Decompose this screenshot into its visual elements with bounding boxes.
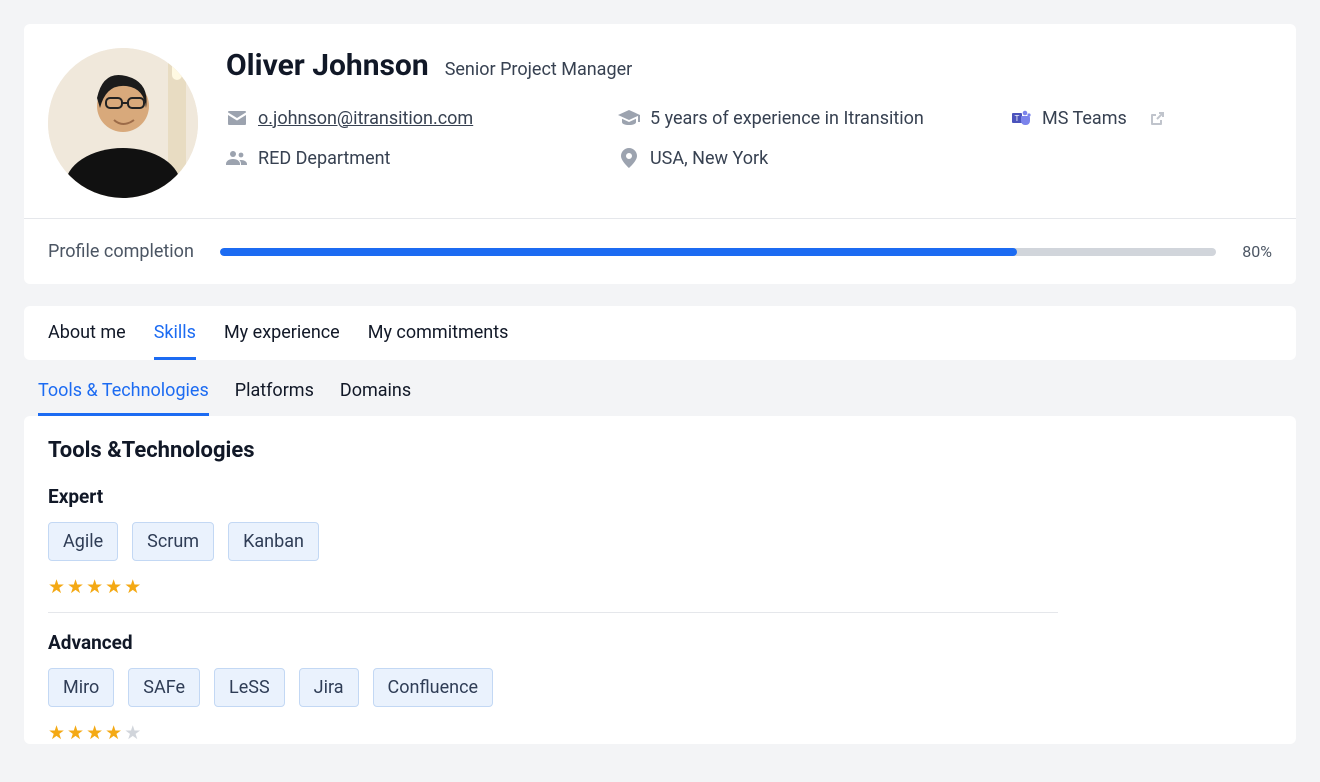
tab-skills[interactable]: Skills [154, 306, 196, 360]
progress-fill [220, 248, 1017, 256]
profile-name: Oliver Johnson [226, 48, 429, 83]
star-icon: ★ [86, 575, 103, 598]
sub-tabs: Tools & Technologies Platforms Domains [24, 360, 1296, 416]
tab-about-me[interactable]: About me [48, 306, 126, 360]
teams-icon: T [1010, 107, 1032, 129]
subtab-tools-technologies[interactable]: Tools & Technologies [38, 380, 209, 416]
avatar [48, 48, 198, 198]
skill-level-expert: Expert [48, 485, 1272, 508]
skill-chip[interactable]: Agile [48, 522, 118, 561]
skill-chip[interactable]: Jira [299, 668, 359, 707]
skill-chip[interactable]: SAFe [128, 668, 200, 707]
group-icon [226, 147, 248, 169]
svg-text:T: T [1015, 114, 1020, 123]
email-link[interactable]: o.johnson@itransition.com [258, 108, 473, 129]
completion-label: Profile completion [48, 241, 194, 262]
subtab-platforms[interactable]: Platforms [235, 380, 314, 416]
star-icon: ★ [48, 721, 65, 744]
star-icon: ★ [124, 721, 141, 744]
star-icon: ★ [105, 721, 122, 744]
star-icon: ★ [86, 721, 103, 744]
star-rating: ★★★★★ [48, 721, 1272, 744]
skills-section: Tools &Technologies Expert Agile Scrum Kanb… [24, 416, 1296, 744]
graduation-cap-icon [618, 107, 640, 129]
email-row: o.johnson@itransition.com [226, 107, 606, 129]
teams-row: T MS Teams [1010, 107, 1272, 129]
profile-card: Oliver Johnson Senior Project Manager o.… [24, 24, 1296, 284]
subtab-domains[interactable]: Domains [340, 380, 411, 416]
skill-chip[interactable]: Confluence [373, 668, 494, 707]
location-text: USA, New York [650, 148, 768, 169]
location-pin-icon [618, 147, 640, 169]
experience-row: 5 years of experience in Itransition [618, 107, 998, 129]
star-icon: ★ [48, 575, 65, 598]
department-text: RED Department [258, 148, 390, 169]
external-link-icon [1147, 107, 1169, 129]
location-row: USA, New York [618, 147, 998, 169]
skill-chip[interactable]: Miro [48, 668, 114, 707]
divider [48, 612, 1058, 613]
progress-bar [220, 248, 1216, 256]
star-icon: ★ [67, 575, 84, 598]
star-rating: ★★★★★ [48, 575, 1272, 598]
star-icon: ★ [124, 575, 141, 598]
star-icon: ★ [67, 721, 84, 744]
department-row: RED Department [226, 147, 606, 169]
skill-chip[interactable]: Scrum [132, 522, 214, 561]
star-icon: ★ [105, 575, 122, 598]
main-tabs: About me Skills My experience My commitment… [24, 306, 1296, 360]
envelope-icon [226, 107, 248, 129]
completion-percent: 80% [1242, 242, 1272, 261]
profile-role: Senior Project Manager [445, 59, 633, 80]
skill-chip[interactable]: Kanban [228, 522, 319, 561]
skill-level-advanced: Advanced [48, 631, 1272, 654]
experience-text: 5 years of experience in Itransition [650, 108, 924, 129]
profile-completion: Profile completion 80% [24, 218, 1296, 284]
tab-my-experience[interactable]: My experience [224, 306, 340, 360]
main-tabs-card: About me Skills My experience My commitment… [24, 306, 1296, 360]
tab-my-commitments[interactable]: My commitments [368, 306, 509, 360]
skill-chip[interactable]: LeSS [214, 668, 285, 707]
section-title: Tools &Technologies [48, 438, 1272, 463]
teams-link[interactable]: MS Teams [1042, 108, 1127, 129]
